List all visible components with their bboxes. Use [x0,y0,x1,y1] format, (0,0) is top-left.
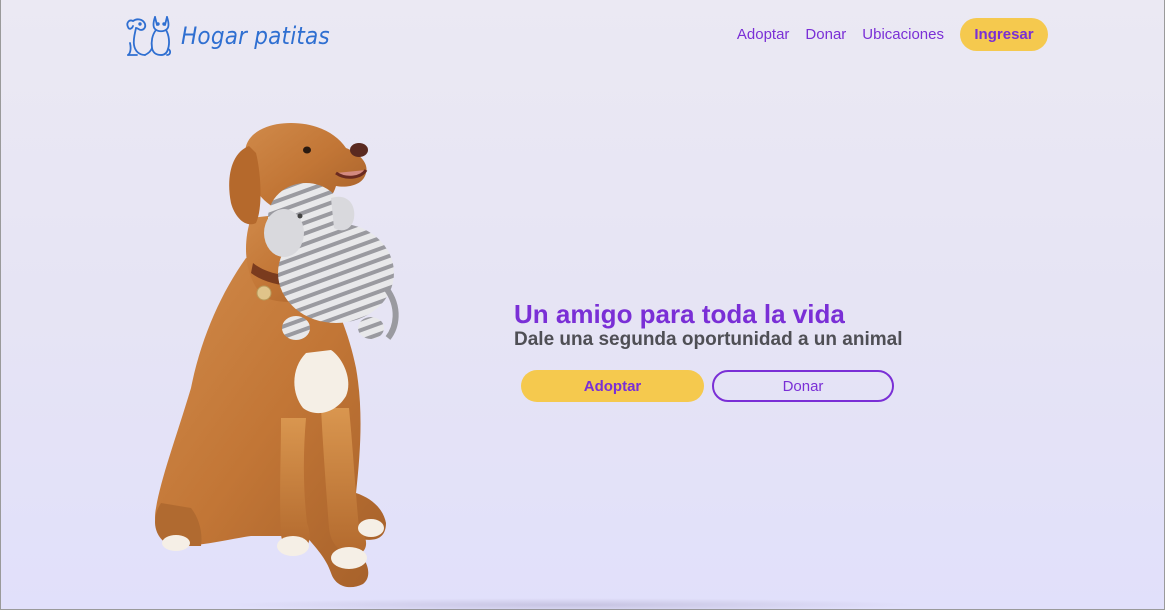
nav-link-adoptar[interactable]: Adoptar [737,26,790,43]
hero-buttons: Adoptar Donar [521,370,894,402]
cat-and-dog-icon [126,16,171,56]
hero-title: Un amigo para toda la vida [514,299,845,329]
nav-link-ubicaciones[interactable]: Ubicaciones [862,26,944,43]
login-button[interactable]: Ingresar [960,18,1048,51]
dog-with-plush-toy-image [155,123,399,588]
adopt-button[interactable]: Adoptar [521,370,704,402]
nav-links: Adoptar Donar Ubicaciones Ingresar [737,18,1048,51]
floor-shadow [221,598,921,610]
hero-subtitle: Dale una segunda oportunidad a un animal [514,329,903,350]
hero-text: Un amigo para toda la vida Dale una segu… [514,299,903,351]
brand-logo[interactable]: Hogar patitas [125,14,346,58]
navbar: Hogar patitas Adoptar Donar Ubicaciones … [1,0,1164,70]
nav-link-donar[interactable]: Donar [805,26,846,43]
donate-button[interactable]: Donar [712,370,894,402]
brand-name: Hogar patitas [181,22,330,50]
